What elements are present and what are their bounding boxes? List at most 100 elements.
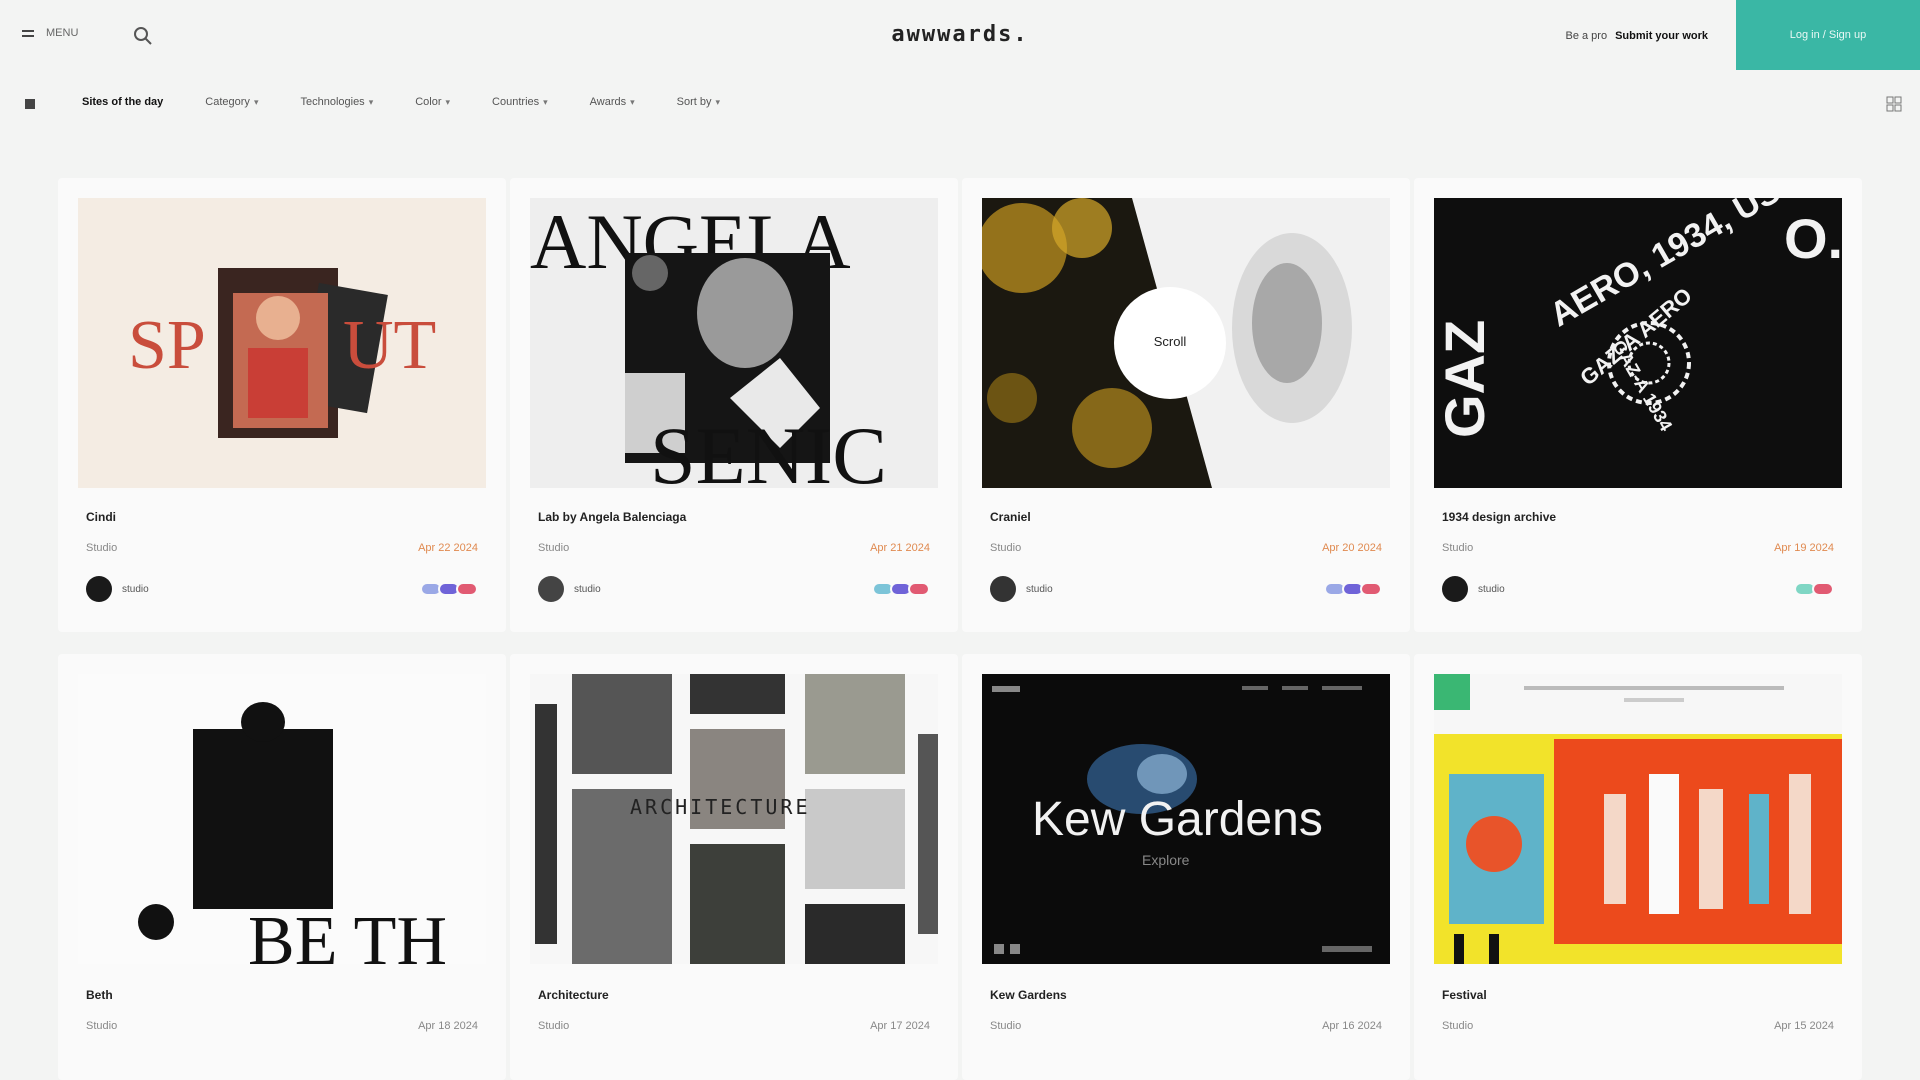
site-agency: Studio (538, 1020, 570, 1032)
filter-item[interactable]: Countries ▾ (492, 96, 548, 108)
be-pro-link[interactable]: Be a pro (1566, 30, 1608, 42)
award-badges (1324, 582, 1382, 596)
author-name: studio (574, 583, 601, 595)
menu-button[interactable]: MENU (22, 27, 78, 39)
site-title[interactable]: Cindi (86, 510, 116, 524)
site-card[interactable]: GAZ AERO, 1934, USSR GAZ-A AERO GAZ-A 19… (1414, 178, 1862, 632)
site-date: Apr 20 2024 (1322, 542, 1382, 554)
grid-view-icon[interactable] (1886, 96, 1902, 112)
thumbnail-art (1434, 674, 1842, 964)
site-title[interactable]: Lab by Angela Balenciaga (538, 510, 686, 524)
login-button[interactable]: Log in / Sign up (1736, 0, 1920, 70)
award-badge (908, 582, 930, 596)
site-agency: Studio (1442, 542, 1474, 554)
site-thumbnail[interactable]: GAZ AERO, 1934, USSR GAZ-A AERO GAZ-A 19… (1434, 198, 1842, 488)
thumbnail-art: GAZ AERO, 1934, USSR GAZ-A AERO GAZ-A 19… (1434, 198, 1842, 488)
award-badges (420, 582, 478, 596)
filter-label: Technologies (300, 96, 365, 108)
site-title[interactable]: 1934 design archive (1442, 510, 1556, 524)
chevron-down-icon: ▾ (445, 97, 451, 107)
hero-heading: Kew Gardens (1032, 793, 1323, 846)
site-date: Apr 22 2024 (418, 542, 478, 554)
chevron-down-icon: ▾ (630, 97, 635, 107)
site-thumbnail[interactable]: SP UT (78, 198, 486, 488)
thumbnail-art: BE TH (78, 674, 486, 964)
chevron-down-icon: ▾ (253, 97, 259, 107)
site-date: Apr 15 2024 (1774, 1020, 1834, 1032)
filter-item[interactable]: Sort by ▾ (677, 96, 720, 108)
site-date: Apr 18 2024 (418, 1020, 478, 1032)
top-links: Be a pro Submit your work (1566, 30, 1709, 42)
site-agency: Studio (86, 542, 118, 554)
site-thumbnail[interactable]: ANGELA SENIC (530, 198, 938, 488)
site-agency: Studio (1442, 1020, 1474, 1032)
svg-text:SENIC: SENIC (650, 410, 887, 488)
hero-subtitle: Explore (1142, 852, 1190, 868)
site-thumbnail[interactable]: BE TH (78, 674, 486, 964)
site-card[interactable]: ARCHITECTURE Architecture Studio Apr 17 … (510, 654, 958, 1080)
filter-item[interactable]: Sites of the day (82, 96, 163, 108)
filter-label: Category (205, 96, 250, 108)
site-thumbnail[interactable] (1434, 674, 1842, 964)
svg-text:O.: O. (1784, 207, 1842, 270)
chevron-down-icon: ▾ (543, 97, 548, 107)
site-card[interactable]: Festival Studio Apr 15 2024 (1414, 654, 1862, 1080)
svg-text:SP: SP (128, 307, 206, 384)
avatar (990, 576, 1016, 602)
chevron-down-icon: ▾ (368, 97, 374, 107)
filter-icon[interactable] (24, 98, 36, 110)
award-badges (872, 582, 930, 596)
site-agency: Studio (990, 542, 1022, 554)
menu-label: MENU (46, 27, 79, 39)
submit-work-link[interactable]: Submit your work (1615, 30, 1708, 42)
svg-text:UT: UT (343, 307, 436, 384)
filter-item[interactable]: Color ▾ (415, 96, 450, 108)
site-date: Apr 21 2024 (870, 542, 930, 554)
svg-text:BE TH: BE TH (248, 903, 447, 964)
author-name: studio (1478, 583, 1505, 595)
avatar (1442, 576, 1468, 602)
avatar (86, 576, 112, 602)
site-date: Apr 16 2024 (1322, 1020, 1382, 1032)
avatar (538, 576, 564, 602)
award-badge (456, 582, 478, 596)
site-card[interactable]: Kew Gardens Explore Kew Gardens Studio A… (962, 654, 1410, 1080)
hamburger-icon (22, 29, 34, 37)
thumbnail-art: SP UT (128, 268, 436, 438)
svg-text:GAZ: GAZ (1434, 320, 1496, 438)
site-card[interactable]: BE TH Beth Studio Apr 18 2024 (58, 654, 506, 1080)
site-title[interactable]: Architecture (538, 988, 609, 1002)
filter-item[interactable]: Category ▾ (205, 96, 258, 108)
author[interactable]: studio (1442, 576, 1505, 602)
top-bar: MENU awwwards. Be a pro Submit your work… (0, 0, 1920, 70)
author[interactable]: studio (538, 576, 601, 602)
thumbnail-art: ANGELA SENIC (530, 198, 938, 488)
site-agency: Studio (538, 542, 570, 554)
filter-label: Sort by (676, 96, 712, 108)
site-card[interactable]: SP UT Cindi Studio Apr 22 2024 studio (58, 178, 506, 632)
site-title[interactable]: Beth (86, 988, 113, 1002)
site-agency: Studio (86, 1020, 118, 1032)
site-card[interactable]: ANGELA SENIC Lab by Angela Balenciaga St… (510, 178, 958, 632)
site-thumbnail[interactable]: Kew Gardens Explore (982, 674, 1390, 964)
award-badges (1794, 582, 1834, 596)
site-title[interactable]: Festival (1442, 988, 1487, 1002)
thumbnail-art: ARCHITECTURE (530, 674, 938, 964)
author[interactable]: studio (990, 576, 1053, 602)
site-title[interactable]: Craniel (990, 510, 1031, 524)
site-title[interactable]: Kew Gardens (990, 988, 1067, 1002)
site-thumbnail[interactable]: ARCHITECTURE (530, 674, 938, 964)
filter-label: Awards (589, 96, 627, 108)
svg-text:ARCHITECTURE: ARCHITECTURE (630, 795, 811, 819)
chevron-down-icon: ▾ (715, 97, 721, 107)
author[interactable]: studio (86, 576, 149, 602)
author-name: studio (122, 583, 149, 595)
filter-item[interactable]: Technologies ▾ (300, 96, 373, 108)
filter-label: Sites of the day (82, 96, 164, 108)
site-logo[interactable]: awwwards. (891, 22, 1028, 47)
scroll-bubble[interactable]: Scroll (1114, 334, 1226, 349)
filter-item[interactable]: Awards ▾ (590, 96, 635, 108)
site-card[interactable]: Scroll Craniel Studio Apr 20 2024 studio (962, 178, 1410, 632)
search-icon[interactable] (132, 25, 154, 47)
site-thumbnail[interactable]: Scroll (982, 198, 1390, 488)
